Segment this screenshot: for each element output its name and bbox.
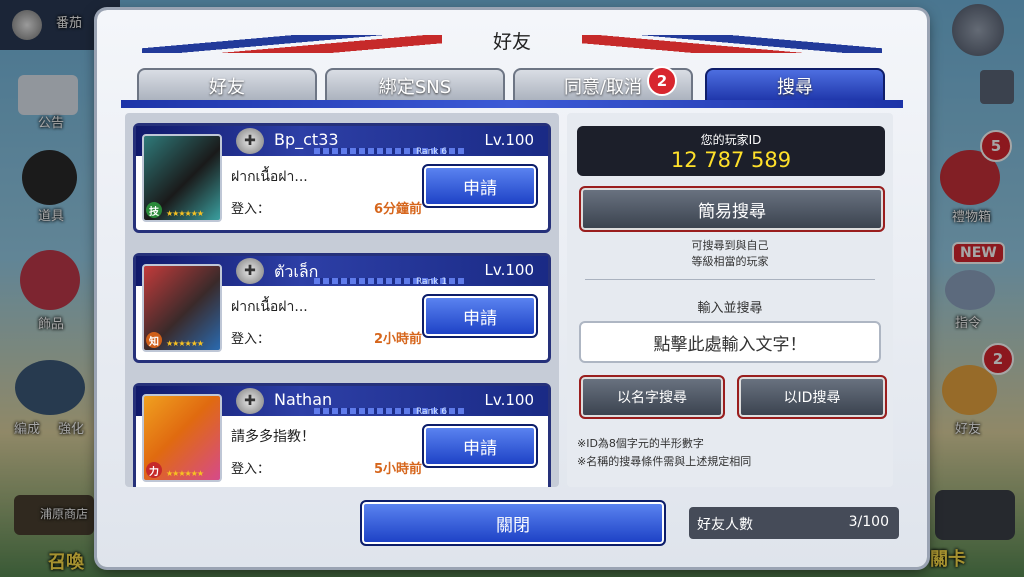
friend-count-value: 3/100 xyxy=(848,514,889,530)
login-label: 登入： xyxy=(231,462,271,477)
simple-search-hint-2: 等級相當的玩家 xyxy=(691,255,769,268)
tab-friends[interactable]: 好友 xyxy=(137,68,317,102)
attribute-icon: 技 xyxy=(146,202,162,218)
friend-search-results[interactable]: ✚ Bp_ct33 Rank 6 Lv.100 技 ★★★★★★ ฝากเนื้… xyxy=(125,113,559,487)
friend-name: Nathan xyxy=(274,390,333,409)
friend-card[interactable]: ✚ ตัวเล็ก Rank 1 Lv.100 知 ★★★★★★ ฝากเนื้… xyxy=(133,253,551,363)
friend-card[interactable]: ✚ Bp_ct33 Rank 6 Lv.100 技 ★★★★★★ ฝากเนื้… xyxy=(133,123,551,233)
apply-button[interactable]: 申請 xyxy=(422,164,538,208)
dialog-title: 好友 xyxy=(492,31,531,53)
tab-approve-cancel[interactable]: 同意/取消 2 xyxy=(513,66,693,102)
player-id-box: 您的玩家ID 12 787 589 xyxy=(577,126,885,176)
tab-search[interactable]: 搜尋 xyxy=(705,68,885,102)
search-by-name-button[interactable]: 以名字搜尋 xyxy=(579,375,725,419)
login-label: 登入： xyxy=(231,202,271,217)
simple-search-hint-1: 可搜尋到與自己 xyxy=(691,239,769,252)
tab-link-sns-label: 綁定SNS xyxy=(378,77,452,98)
friend-count-label: 好友人數 xyxy=(697,517,753,533)
tab-underline xyxy=(121,100,903,108)
player-id-label: 您的玩家ID xyxy=(700,133,762,147)
tab-friends-label: 好友 xyxy=(209,77,245,98)
friend-level: Lv.100 xyxy=(484,261,534,279)
soul-society-emblem-icon: ✚ xyxy=(236,128,264,154)
attribute-icon: 力 xyxy=(146,462,162,478)
friends-dialog: 好友 好友 綁定SNS 同意/取消 2 搜尋 ✚ Bp_ct33 Rank 6 … xyxy=(97,10,927,567)
friend-rank: Rank 1 xyxy=(416,277,448,287)
friend-message: ฝากเนื้อฝา... xyxy=(231,299,308,315)
tab-link-sns[interactable]: 綁定SNS xyxy=(325,68,505,102)
friend-name: ตัวเล็ก xyxy=(274,262,319,281)
last-login-time: 2小時前 xyxy=(373,332,422,347)
rarity-stars-icon: ★★★★★★ xyxy=(166,209,204,218)
name-format-note: ※名稱的搜尋條件需與上述規定相同 xyxy=(577,455,752,468)
character-portrait: 知 ★★★★★★ xyxy=(142,264,222,352)
tab-approve-cancel-label: 同意/取消 xyxy=(563,77,643,98)
input-search-label: 輸入並搜尋 xyxy=(697,301,763,316)
friend-level: Lv.100 xyxy=(484,391,534,409)
last-login-time: 5小時前 xyxy=(373,462,422,477)
search-panel: 您的玩家ID 12 787 589 簡易搜尋 可搜尋到與自己 等級相當的玩家 輸… xyxy=(567,113,893,487)
rarity-stars-icon: ★★★★★★ xyxy=(166,469,204,478)
section-divider xyxy=(585,279,875,280)
soul-society-emblem-icon: ✚ xyxy=(236,258,264,284)
friend-rank: Rank 6 xyxy=(416,147,448,157)
character-portrait: 力 ★★★★★★ xyxy=(142,394,222,482)
rarity-stars-icon: ★★★★★★ xyxy=(166,339,204,348)
soul-society-emblem-icon: ✚ xyxy=(236,388,264,414)
simple-search-button[interactable]: 簡易搜尋 xyxy=(579,186,885,232)
friend-level: Lv.100 xyxy=(484,131,534,149)
friend-name: Bp_ct33 xyxy=(274,130,339,149)
apply-button[interactable]: 申請 xyxy=(422,294,538,338)
friend-rank: Rank 6 xyxy=(416,407,448,417)
login-label: 登入： xyxy=(231,332,271,347)
friend-count-box: 好友人數 3/100 xyxy=(689,507,899,539)
friend-message: ฝากเนื้อฝา... xyxy=(231,169,308,185)
friend-card[interactable]: ✚ Nathan Rank 6 Lv.100 力 ★★★★★★ 請多多指教！ 登… xyxy=(133,383,551,487)
tab-search-label: 搜尋 xyxy=(777,77,813,98)
attribute-icon: 知 xyxy=(146,332,162,348)
search-by-id-button[interactable]: 以ID搜尋 xyxy=(737,375,887,419)
search-text-input[interactable]: 點擊此處輸入文字！ xyxy=(579,321,881,363)
approve-count-badge: 2 xyxy=(647,66,677,96)
player-id-value: 12 787 589 xyxy=(670,148,792,172)
friend-message: 請多多指教！ xyxy=(231,429,315,445)
close-button[interactable]: 關閉 xyxy=(360,500,666,546)
character-portrait: 技 ★★★★★★ xyxy=(142,134,222,222)
tab-bar: 好友 綁定SNS 同意/取消 2 搜尋 xyxy=(137,66,889,102)
id-format-note: ※ID為8個字元的半形數字 xyxy=(577,437,704,450)
apply-button[interactable]: 申請 xyxy=(422,424,538,468)
last-login-time: 6分鐘前 xyxy=(373,202,422,217)
